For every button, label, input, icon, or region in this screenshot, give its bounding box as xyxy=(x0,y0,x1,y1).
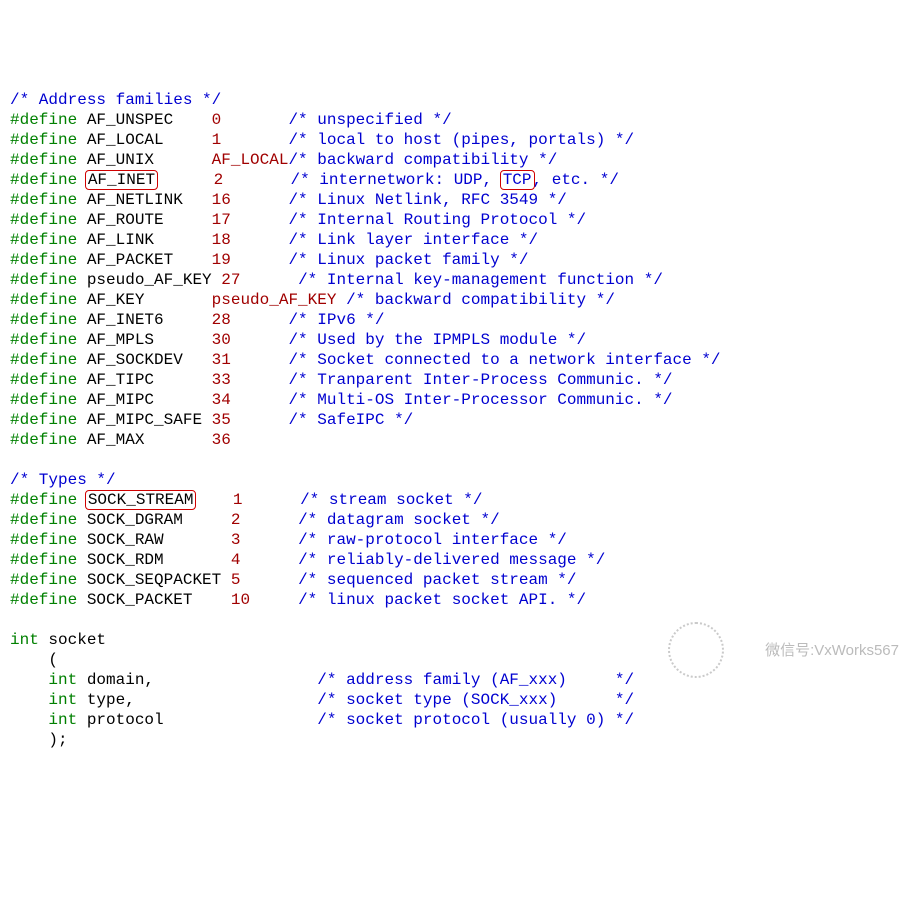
code-block: /* Address families */ #define AF_UNSPEC… xyxy=(10,90,914,750)
